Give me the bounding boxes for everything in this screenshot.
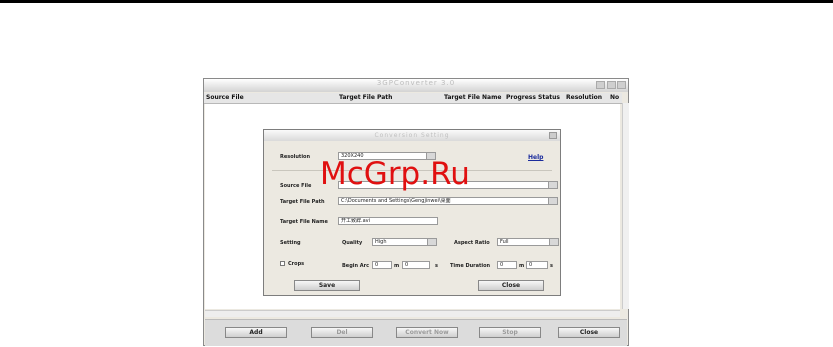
- begin-m-value: 0: [375, 262, 379, 268]
- resolution-label: Resolution: [280, 154, 311, 160]
- quality-label: Quality: [342, 240, 363, 246]
- col-resolution[interactable]: Resolution: [566, 94, 602, 101]
- col-source-file[interactable]: Source File: [206, 94, 244, 101]
- bottom-toolbar: Add Del Convert Now Stop Close: [205, 319, 627, 346]
- col-progress[interactable]: Progress: [506, 94, 536, 101]
- duration-m-field[interactable]: 0: [497, 261, 517, 269]
- browse-icon[interactable]: [548, 182, 557, 188]
- horizontal-scrollbar[interactable]: [205, 310, 620, 317]
- target-name-field[interactable]: 开工致辞.avi: [338, 217, 438, 225]
- crops-checkbox[interactable]: [280, 261, 285, 266]
- duration-m-value: 0: [500, 262, 504, 268]
- crops-label: Crops: [288, 261, 305, 267]
- duration-s-value: 0: [529, 262, 533, 268]
- setting-label: Setting: [280, 240, 301, 246]
- conversion-setting-dialog: Conversion Setting Resolution 320X240 He…: [263, 129, 561, 296]
- dialog-close-button[interactable]: Close: [478, 280, 544, 291]
- begin-m-field[interactable]: 0: [372, 261, 392, 269]
- target-path-field[interactable]: C:\Documents and Settings\Gengjinwei\桌面: [338, 197, 558, 205]
- browse-icon[interactable]: [548, 198, 557, 204]
- col-no[interactable]: No: [610, 94, 619, 101]
- duration-s-field[interactable]: 0: [526, 261, 548, 269]
- close-icon[interactable]: [617, 81, 626, 89]
- help-link[interactable]: Help: [528, 154, 543, 161]
- begin-arc-label: Begin Arc: [342, 263, 370, 269]
- window-title: 3GPConverter 3.0: [376, 79, 456, 87]
- aspect-ratio-label: Aspect Ratio: [454, 240, 490, 246]
- col-target-file-path[interactable]: Target File Path: [339, 94, 392, 101]
- aspect-ratio-select[interactable]: Full: [497, 238, 559, 246]
- target-path-value: C:\Documents and Settings\Gengjinwei\桌面: [341, 198, 451, 204]
- add-button[interactable]: Add: [225, 327, 287, 338]
- chevron-down-icon: [427, 239, 436, 245]
- watermark: McGrp.Ru: [320, 156, 470, 192]
- minimize-icon[interactable]: [596, 81, 605, 89]
- target-path-label: Target File Path: [280, 199, 325, 205]
- title-bar: 3GPConverter 3.0: [204, 79, 628, 92]
- convert-now-button[interactable]: Convert Now: [396, 327, 458, 338]
- duration-s-unit: s: [550, 263, 553, 269]
- begin-s-unit: s: [435, 263, 438, 269]
- aspect-ratio-value: Full: [500, 239, 509, 245]
- col-target-file-name[interactable]: Target File Name: [444, 94, 501, 101]
- chevron-down-icon: [549, 239, 558, 245]
- quality-value: High: [375, 239, 387, 245]
- maximize-icon[interactable]: [607, 81, 616, 89]
- source-file-label: Source File: [280, 183, 312, 189]
- column-header: Source File Target File Path Target File…: [204, 93, 622, 104]
- vertical-scrollbar[interactable]: [622, 103, 629, 309]
- time-duration-label: Time Duration: [450, 263, 491, 269]
- dialog-close-icon[interactable]: [549, 132, 557, 139]
- save-button[interactable]: Save: [294, 280, 360, 291]
- duration-m-unit: m: [519, 263, 525, 269]
- del-button[interactable]: Del: [311, 327, 373, 338]
- quality-select[interactable]: High: [372, 238, 437, 246]
- begin-s-field[interactable]: 0: [402, 261, 430, 269]
- top-rule: [0, 0, 833, 3]
- col-status[interactable]: Status: [538, 94, 560, 101]
- target-name-label: Target File Name: [280, 219, 328, 225]
- stop-button[interactable]: Stop: [479, 327, 541, 338]
- close-button[interactable]: Close: [558, 327, 620, 338]
- dialog-title: Conversion Setting: [264, 130, 560, 141]
- app-window: 3GPConverter 3.0 Source File Target File…: [203, 78, 629, 346]
- target-name-value: 开工致辞.avi: [341, 218, 371, 224]
- begin-s-value: 0: [405, 262, 409, 268]
- begin-m-unit: m: [394, 263, 400, 269]
